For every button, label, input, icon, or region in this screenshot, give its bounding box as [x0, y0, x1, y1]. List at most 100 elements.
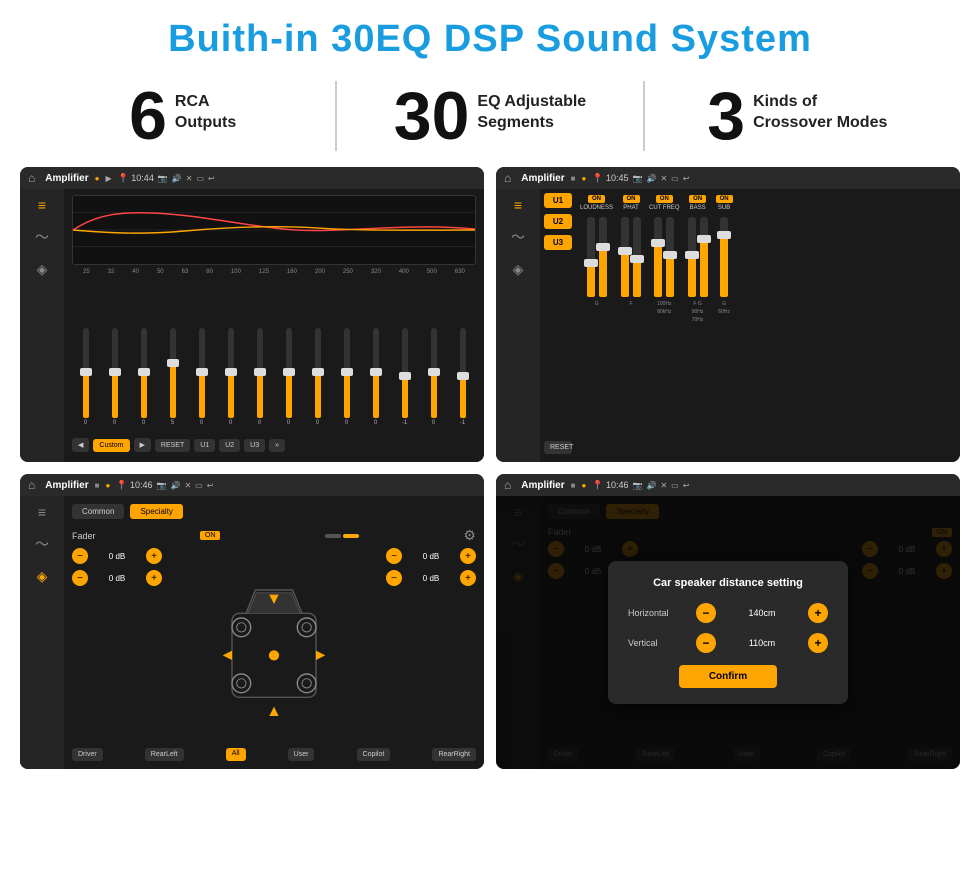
on-badge-sub[interactable]: ON — [716, 195, 733, 203]
screen-fader: ⌂ Amplifier ■ ● 📍 10:46 📷 🔊 ✕ ▭ ↩ ≡ 〜 ◈ — [20, 474, 484, 769]
reset-btn-2[interactable]: RESET — [544, 441, 572, 454]
plus-fl[interactable]: + — [146, 548, 162, 564]
settings-icon-3[interactable]: ⚙ — [463, 527, 476, 544]
eq-labels: 2532405063 80100125160200 25032040050063… — [72, 269, 476, 275]
close-icon-4: ✕ — [660, 481, 667, 490]
screen2-body: ≡ 〜 ◈ U1 U2 U3 RESET ON — [496, 189, 960, 462]
slider-cutfreq-1[interactable] — [654, 217, 662, 297]
u3-btn-1[interactable]: U3 — [244, 439, 265, 452]
plus-rl[interactable]: + — [146, 570, 162, 586]
plus-fr[interactable]: + — [460, 548, 476, 564]
speaker-icon-2[interactable]: ◈ — [513, 261, 524, 278]
fader-on-toggle[interactable]: ON — [200, 531, 221, 540]
minus-fl[interactable]: − — [72, 548, 88, 564]
divider-1 — [335, 81, 337, 151]
screen-distance: ⌂ Amplifier ■ ● 📍 10:46 📷 🔊 ✕ ▭ ↩ ≡ 〜 — [496, 474, 960, 769]
slider-col-13: 0 — [420, 328, 447, 426]
slider-cutfreq-2[interactable] — [666, 217, 674, 297]
u1-button[interactable]: U1 — [544, 193, 572, 208]
slider-bass-1[interactable] — [688, 217, 696, 297]
sidebar-2: ≡ 〜 ◈ — [496, 189, 540, 462]
all-badge[interactable]: All — [226, 748, 246, 761]
speaker-icon[interactable]: ◈ — [37, 261, 48, 278]
control-phat: ON PHAT F — [621, 195, 641, 456]
feature-label-crossover-1: Kinds of — [753, 92, 887, 113]
wave-icon-2[interactable]: 〜 — [511, 227, 525, 247]
slider-loudness-2[interactable] — [599, 217, 607, 297]
rearright-btn[interactable]: RearRight — [432, 748, 476, 761]
camera-icon-1: 📷 — [158, 174, 168, 183]
confirm-button[interactable]: Confirm — [679, 665, 777, 688]
db-control-rl: − 0 dB + — [72, 570, 162, 586]
record-dot-3: ● — [105, 481, 110, 490]
divider-2 — [643, 81, 645, 151]
common-tab[interactable]: Common — [72, 504, 124, 519]
u1-btn-1[interactable]: U1 — [194, 439, 215, 452]
horizontal-plus[interactable]: + — [808, 603, 828, 623]
status-bar-4: ⌂ Amplifier ■ ● 📍 10:46 📷 🔊 ✕ ▭ ↩ — [496, 474, 960, 496]
on-badge-phat[interactable]: ON — [623, 195, 640, 203]
custom-btn[interactable]: Custom — [93, 439, 129, 452]
feature-number-rca: 6 — [129, 82, 167, 150]
slider-sub-1[interactable] — [720, 217, 728, 297]
slider-col-14: -1 — [449, 328, 476, 426]
back-icon-4: ↩ — [683, 481, 690, 490]
minus-rl[interactable]: − — [72, 570, 88, 586]
screen1-title: Amplifier — [45, 173, 88, 184]
slider-col-7: 0 — [246, 328, 273, 426]
back-icon-3: ↩ — [207, 481, 214, 490]
u-buttons: U1 U2 U3 RESET — [540, 189, 576, 462]
home-icon-2[interactable]: ⌂ — [504, 171, 511, 185]
crossover-controls: ON LOUDNESS G — [576, 189, 960, 462]
eq-icon[interactable]: ≡ — [38, 197, 46, 213]
slider-col-3: 0 — [130, 328, 157, 426]
home-icon-4[interactable]: ⌂ — [504, 478, 511, 492]
minus-rr[interactable]: − — [386, 570, 402, 586]
record-dot-2: ● — [581, 174, 586, 183]
u2-btn-1[interactable]: U2 — [219, 439, 240, 452]
slider-col-4: 5 — [159, 328, 186, 426]
horizontal-minus[interactable]: − — [696, 603, 716, 623]
fader-header: Fader ON ⚙ — [72, 527, 476, 544]
wave-icon-3[interactable]: 〜 — [35, 534, 49, 554]
slider-phat-1[interactable] — [621, 217, 629, 297]
vertical-plus[interactable]: + — [808, 633, 828, 653]
prev-btn[interactable]: ◀ — [72, 438, 89, 452]
wave-icon[interactable]: 〜 — [35, 227, 49, 247]
play-icon-1: ▶ — [105, 174, 111, 183]
screen-eq: ⌂ Amplifier ● ▶ 📍 10:44 📷 🔊 ✕ ▭ ↩ ≡ 〜 ◈ — [20, 167, 484, 462]
vertical-value: 110cm — [724, 638, 800, 648]
slider-phat-2[interactable] — [633, 217, 641, 297]
status-dot-3: ■ — [95, 481, 100, 490]
specialty-tab[interactable]: Specialty — [130, 504, 182, 519]
plus-rr[interactable]: + — [460, 570, 476, 586]
u2-button[interactable]: U2 — [544, 214, 572, 229]
play-btn[interactable]: ▶ — [134, 438, 151, 452]
on-badge-loudness[interactable]: ON — [588, 195, 605, 203]
fader-right: − 0 dB + − 0 dB + — [386, 548, 476, 744]
user-btn[interactable]: User — [288, 748, 315, 761]
slider-col-12: -1 — [391, 328, 418, 426]
time-3: 📍 10:46 — [116, 480, 152, 491]
eq-icon-2[interactable]: ≡ — [514, 197, 522, 213]
more-btn[interactable]: » — [269, 439, 285, 452]
on-badge-bass[interactable]: ON — [689, 195, 706, 203]
u3-button[interactable]: U3 — [544, 235, 572, 250]
copilot-btn[interactable]: Copilot — [357, 748, 391, 761]
eq-icon-3[interactable]: ≡ — [38, 504, 46, 520]
driver-btn[interactable]: Driver — [72, 748, 103, 761]
speaker-icon-3[interactable]: ◈ — [37, 568, 48, 585]
slider-bass-2[interactable] — [700, 217, 708, 297]
fader-left: − 0 dB + − 0 dB + — [72, 548, 162, 744]
volume-icon-1: 🔊 — [172, 174, 182, 183]
minus-fr[interactable]: − — [386, 548, 402, 564]
rearleft-btn[interactable]: RearLeft — [145, 748, 184, 761]
home-icon-3[interactable]: ⌂ — [28, 478, 35, 492]
home-icon-1[interactable]: ⌂ — [28, 171, 35, 185]
on-badge-cutfreq[interactable]: ON — [656, 195, 673, 203]
vertical-minus[interactable]: − — [696, 633, 716, 653]
status-bar-3: ⌂ Amplifier ■ ● 📍 10:46 📷 🔊 ✕ ▭ ↩ — [20, 474, 484, 496]
slider-loudness-1[interactable] — [587, 217, 595, 297]
reset-btn-1[interactable]: RESET — [155, 439, 190, 452]
eq-sliders: 0 0 — [72, 279, 476, 430]
